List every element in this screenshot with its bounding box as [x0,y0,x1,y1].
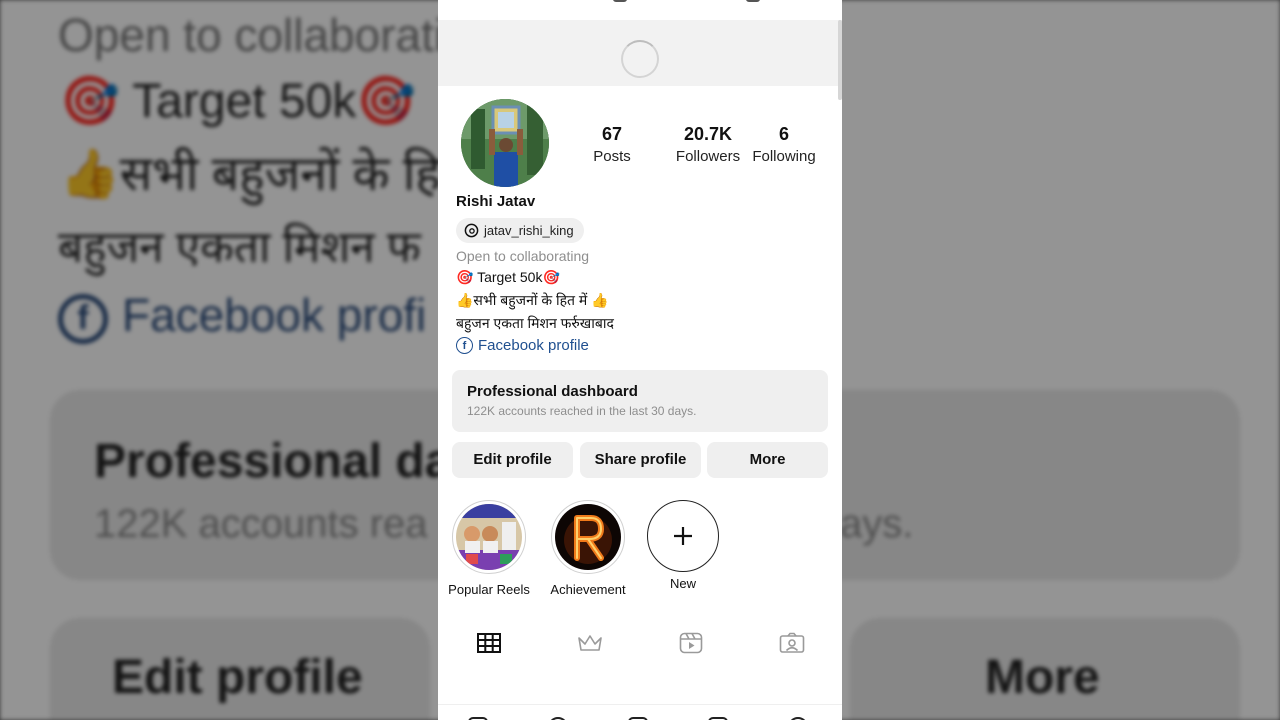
bg-text: f Facebook profi [58,288,426,344]
loading-spinner-icon [621,40,659,78]
bg-text: 122K accounts rea [94,502,428,546]
crown-icon [577,635,602,651]
bg-text: ays. [840,502,914,546]
tab-grid[interactable] [438,625,539,661]
followers-label: Followers [675,148,741,165]
posts-label: Posts [593,148,631,165]
professional-dashboard[interactable]: Professional dashboard 122K accounts rea… [452,370,828,432]
highlight-ring [551,500,625,574]
bio-line: बहुजन एकता मिशन फर्रुखाबाद [456,315,614,331]
tab-tagged[interactable] [741,625,842,661]
grid-icon [476,633,501,653]
highlight-cover [456,504,522,570]
facebook-profile-link[interactable]: f Facebook profile [456,337,589,354]
status-icon [613,0,627,2]
tab-reels[interactable] [640,625,741,661]
following-label: Following [752,148,816,165]
highlight-label: New [669,576,696,591]
tagged-icon [779,632,804,653]
bg-text: Edit profile [112,651,363,704]
profile-name: Rishi Jatav [456,193,536,210]
bottom-navigation [438,704,842,720]
followers-count: 20.7K [683,124,733,144]
dashboard-subtitle: 122K accounts reached in the last 30 day… [467,404,697,418]
following-count: 6 [778,124,789,144]
facebook-icon: f [456,337,473,354]
bg-text: Facebook profi [122,289,427,341]
threads-badge[interactable]: jatav_rishi_king [456,218,584,243]
content-tabs [438,625,842,661]
highlight-label: Popular Reels [448,582,530,597]
highlight-cover [555,504,621,570]
avatar[interactable] [461,99,549,187]
share-profile-button[interactable]: Share profile [580,442,701,478]
scrollbar[interactable] [838,20,842,100]
posts-count: 67 [601,124,623,144]
bg-text: बहुजन एकता मिशन फ [58,223,421,272]
highlight-new[interactable]: New [638,500,728,591]
bg-text: More [985,651,1100,704]
bg-text: Professional da [94,435,452,488]
status-icon [746,0,760,2]
refresh-area [438,20,842,86]
facebook-icon: f [58,293,108,344]
highlight-achievement[interactable]: Achievement [543,500,633,597]
reels-icon [679,632,702,654]
highlight-popular-reels[interactable]: Popular Reels [444,500,534,597]
highlight-ring [452,500,526,574]
bio-line: 🎯 Target 50k🎯 [456,269,560,285]
threads-handle: jatav_rishi_king [484,223,574,238]
dashboard-title: Professional dashboard [467,383,638,400]
facebook-link-label: Facebook profile [478,337,589,354]
bg-text: 👍सभी बहुजनों के हि [60,148,441,201]
highlight-label: Achievement [550,582,626,597]
bg-text: 🎯 Target 50k🎯 [60,75,417,128]
bio-line: 👍सभी बहुजनों के हित में 👍 [456,292,609,308]
phone-screen: 67 Posts 20.7K Followers 6 Following Ris… [438,0,842,720]
threads-icon [464,223,479,238]
edit-profile-button[interactable]: Edit profile [452,442,573,478]
stat-following[interactable]: 6 Following [744,123,824,169]
bg-text: Open to collaborati [58,9,445,61]
status-bar [438,0,842,20]
plus-icon [647,500,719,572]
profile-category: Open to collaborating [456,248,590,264]
stat-posts[interactable]: 67 Posts [582,123,642,169]
more-button[interactable]: More [707,442,828,478]
tab-exclusive[interactable] [539,625,640,661]
stat-followers[interactable]: 20.7K Followers [658,123,758,169]
